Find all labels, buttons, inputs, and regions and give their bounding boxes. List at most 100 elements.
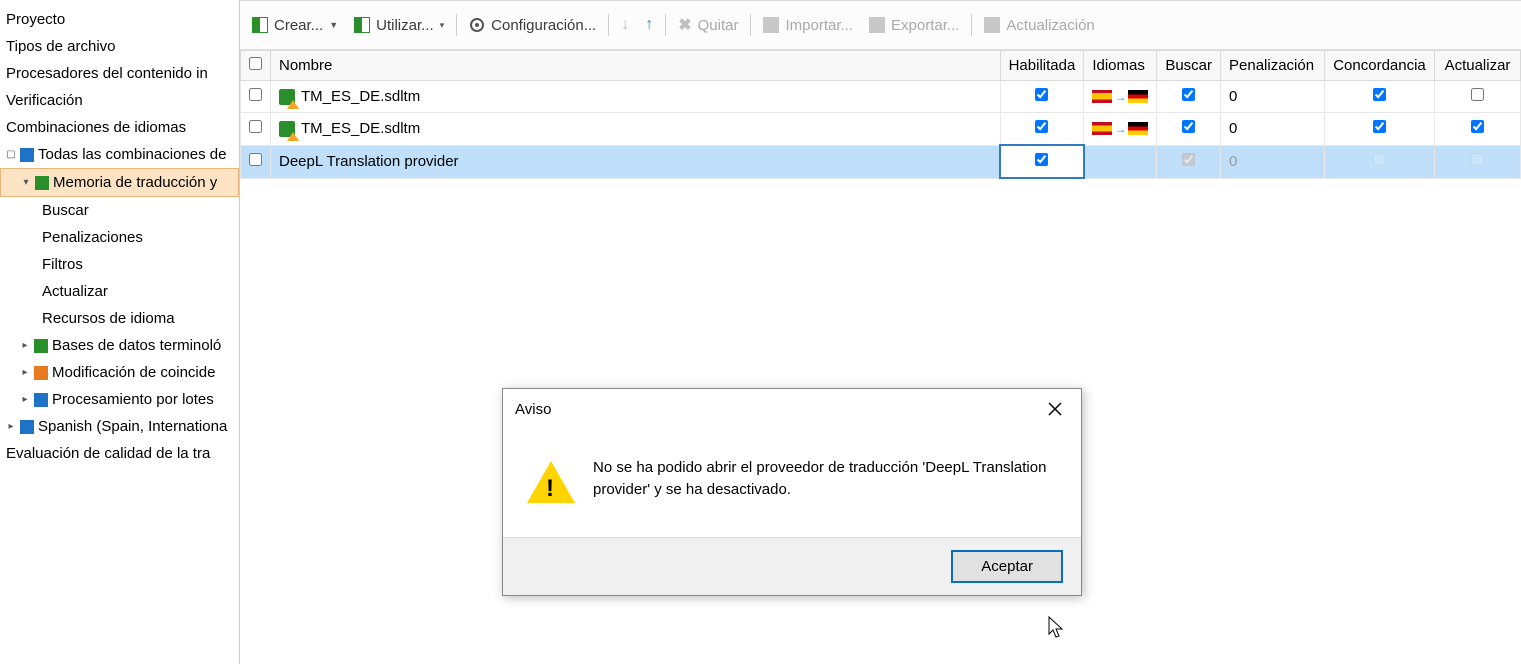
- use-button[interactable]: Utilizar... ▾: [346, 13, 452, 38]
- tree-label: Combinaciones de idiomas: [6, 119, 186, 136]
- search-checkbox[interactable]: [1182, 120, 1195, 133]
- tree-item-update[interactable]: Actualizar: [0, 278, 239, 305]
- enabled-checkbox[interactable]: [1035, 153, 1048, 166]
- table-row[interactable]: TM_ES_DE.sdltm → 0: [241, 81, 1521, 113]
- row-select-checkbox[interactable]: [249, 88, 262, 101]
- penalty-cell[interactable]: 0: [1221, 81, 1325, 113]
- tree-label: Spanish (Spain, Internationa: [38, 418, 227, 435]
- update-button[interactable]: Actualización: [976, 13, 1102, 38]
- concordance-checkbox: [1373, 153, 1386, 166]
- remove-button[interactable]: ✖ Quitar: [670, 11, 746, 39]
- config-button[interactable]: Configuración...: [461, 13, 604, 38]
- header-concordance[interactable]: Concordancia: [1325, 51, 1435, 81]
- update-icon: [984, 17, 1000, 33]
- move-up-button[interactable]: ↑: [637, 12, 661, 38]
- tree-item-all-language-pairs[interactable]: ▢ Todas las combinaciones de: [0, 141, 239, 168]
- language-pair: →: [1092, 122, 1148, 136]
- flag-de-icon: [1128, 122, 1148, 135]
- gear-icon: [469, 17, 485, 33]
- row-select-checkbox[interactable]: [249, 153, 262, 166]
- row-name: TM_ES_DE.sdltm: [301, 120, 420, 137]
- tree-item-language-resources[interactable]: Recursos de idioma: [0, 305, 239, 332]
- languages-icon: [20, 148, 34, 162]
- enabled-checkbox[interactable]: [1035, 120, 1048, 133]
- tm-file-icon: [279, 121, 295, 137]
- concordance-checkbox[interactable]: [1373, 88, 1386, 101]
- arrow-down-icon: ↓: [621, 16, 629, 34]
- tree-label: Recursos de idioma: [42, 310, 175, 327]
- update-checkbox[interactable]: [1471, 120, 1484, 133]
- tree-item-match-repair[interactable]: ▸ Modificación de coincide: [0, 359, 239, 386]
- tree-label: Buscar: [42, 202, 89, 219]
- separator: [456, 14, 457, 36]
- tree-item-filetypes[interactable]: Tipos de archivo: [0, 33, 239, 60]
- tree-item-verification[interactable]: Verificación: [0, 87, 239, 114]
- flag-es-icon: [1092, 122, 1112, 135]
- tree-item-quality-evaluation[interactable]: Evaluación de calidad de la tra: [0, 440, 239, 467]
- tree-label: Filtros: [42, 256, 83, 273]
- ok-button[interactable]: Aceptar: [951, 550, 1063, 583]
- dialog-titlebar: Aviso: [503, 389, 1081, 429]
- button-label: Actualización: [1006, 17, 1094, 34]
- collapse-icon[interactable]: ▾: [21, 178, 31, 188]
- tree-item-content-processors[interactable]: Procesadores del contenido in: [0, 60, 239, 87]
- tm-use-icon: [354, 17, 370, 33]
- penalty-cell[interactable]: 0: [1221, 113, 1325, 146]
- tree-item-batch-processing[interactable]: ▸ Procesamiento por lotes: [0, 386, 239, 413]
- header-enabled[interactable]: Habilitada: [1000, 51, 1084, 81]
- search-checkbox: [1182, 153, 1195, 166]
- create-button[interactable]: Crear... ▼: [244, 13, 346, 38]
- separator: [665, 14, 666, 36]
- tree-label: Modificación de coincide: [52, 364, 215, 381]
- batch-icon: [34, 393, 48, 407]
- tree-item-language-pairs[interactable]: Combinaciones de idiomas: [0, 114, 239, 141]
- expand-icon[interactable]: ▸: [6, 422, 16, 432]
- header-name[interactable]: Nombre: [271, 51, 1001, 81]
- termbase-icon: [34, 339, 48, 353]
- close-button[interactable]: [1041, 397, 1069, 421]
- header-languages[interactable]: Idiomas: [1084, 51, 1157, 81]
- expand-icon[interactable]: ▸: [20, 395, 30, 405]
- search-checkbox[interactable]: [1182, 88, 1195, 101]
- tm-file-icon: [279, 89, 295, 105]
- header-select-all[interactable]: [241, 51, 271, 81]
- enabled-checkbox[interactable]: [1035, 88, 1048, 101]
- arrow-right-icon: →: [1114, 122, 1126, 136]
- tree-label: Bases de datos terminoló: [52, 337, 221, 354]
- expand-icon[interactable]: ▸: [20, 368, 30, 378]
- tree-label: Actualizar: [42, 283, 108, 300]
- table-row[interactable]: TM_ES_DE.sdltm → 0: [241, 113, 1521, 146]
- select-all-checkbox[interactable]: [249, 57, 262, 70]
- language-icon: [20, 420, 34, 434]
- export-button[interactable]: Exportar...: [861, 13, 967, 38]
- expand-icon[interactable]: ▸: [20, 341, 30, 351]
- table-row[interactable]: DeepL Translation provider 0: [241, 145, 1521, 178]
- update-checkbox[interactable]: [1471, 88, 1484, 101]
- tree-item-search[interactable]: Buscar: [0, 197, 239, 224]
- row-select-checkbox[interactable]: [249, 120, 262, 133]
- tree-item-spanish[interactable]: ▸ Spanish (Spain, Internationa: [0, 413, 239, 440]
- move-down-button[interactable]: ↓: [613, 12, 637, 38]
- import-icon: [763, 17, 779, 33]
- export-icon: [869, 17, 885, 33]
- tree-label: Memoria de traducción y: [53, 174, 217, 191]
- button-label: Configuración...: [491, 17, 596, 34]
- header-update[interactable]: Actualizar: [1435, 51, 1521, 81]
- header-search[interactable]: Buscar: [1157, 51, 1221, 81]
- tree-item-project[interactable]: Proyecto: [0, 6, 239, 33]
- tree-item-translation-memory[interactable]: ▾ Memoria de traducción y: [0, 168, 239, 197]
- separator: [750, 14, 751, 36]
- tree-label: Procesamiento por lotes: [52, 391, 214, 408]
- import-button[interactable]: Importar...: [755, 13, 861, 38]
- dialog-footer: Aceptar: [503, 537, 1081, 595]
- language-pair: →: [1092, 90, 1148, 104]
- header-penalty[interactable]: Penalización: [1221, 51, 1325, 81]
- dialog-body: No se ha podido abrir el proveedor de tr…: [503, 429, 1081, 537]
- arrow-up-icon: ↑: [645, 16, 653, 34]
- tree-item-termbases[interactable]: ▸ Bases de datos terminoló: [0, 332, 239, 359]
- concordance-checkbox[interactable]: [1373, 120, 1386, 133]
- dialog-title: Aviso: [515, 401, 551, 418]
- tree-item-filters[interactable]: Filtros: [0, 251, 239, 278]
- tree-item-penalties[interactable]: Penalizaciones: [0, 224, 239, 251]
- collapse-icon[interactable]: ▢: [6, 150, 16, 160]
